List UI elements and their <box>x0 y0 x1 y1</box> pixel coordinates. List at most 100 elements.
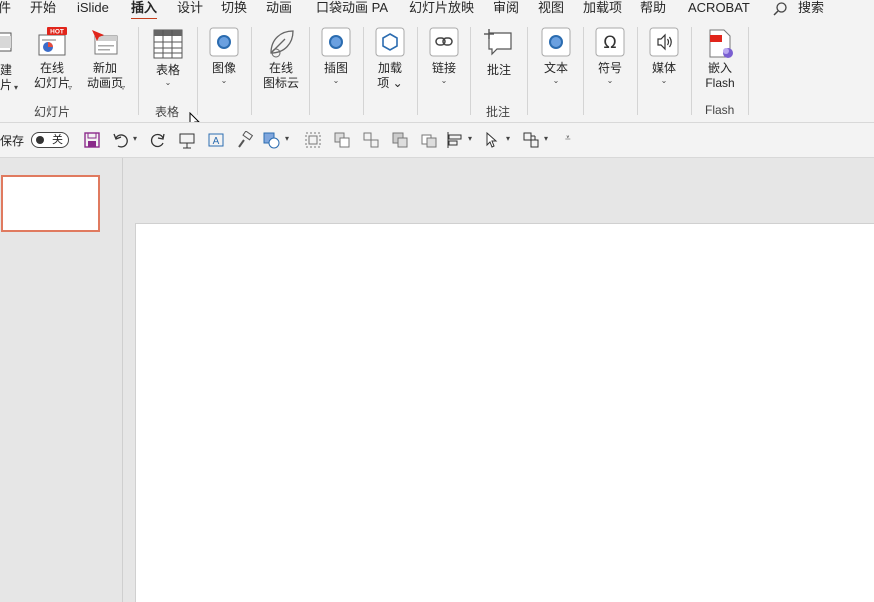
format-painter-icon[interactable] <box>236 130 254 152</box>
links-label: 链接 <box>431 61 456 75</box>
media-button[interactable]: 媒体 ⌄ <box>644 27 684 86</box>
search-icon[interactable] <box>772 1 788 20</box>
tab-addins[interactable]: 加载项 <box>583 0 622 16</box>
quick-access-toolbar: 保存 关 ▾ A ▾ ▾ ▾ ▾ ⩡ <box>0 122 874 158</box>
chevron-down-icon: ⌄ <box>332 76 340 85</box>
tab-file[interactable]: 件 <box>0 0 11 16</box>
autosave-label: 保存 <box>0 134 25 148</box>
group-separator <box>197 27 198 115</box>
group-separator <box>363 27 364 115</box>
symbols-label: 符号 <box>597 61 622 75</box>
send-backward-icon[interactable] <box>391 131 409 152</box>
svg-text:A: A <box>213 136 220 147</box>
textbox-icon[interactable]: A <box>207 131 225 152</box>
group-separator <box>748 27 749 115</box>
ribbon-insert: 建 片 ▾ HOT 在线 幻灯片 ▿ 新加 动画页 ▿ 幻灯片 表格 ⌄ 表格 … <box>0 19 874 122</box>
links-button[interactable]: 链接 ⌄ <box>424 27 464 86</box>
presentation-icon[interactable] <box>178 131 196 152</box>
images-label: 图像 <box>211 61 236 75</box>
shape-connect-icon[interactable] <box>522 131 540 152</box>
group-label-slides: 幻灯片 <box>34 105 71 119</box>
group-separator <box>637 27 638 115</box>
chevron-down-icon: ⌄ <box>440 76 448 85</box>
group-separator <box>527 27 528 115</box>
toggle-knob-icon <box>36 136 44 144</box>
tab-insert[interactable]: 插入 <box>131 0 158 21</box>
addins-button[interactable]: 加载 项 ⌄ <box>370 27 410 91</box>
chevron-down-icon: ⌄ <box>660 76 668 85</box>
addins-label-1: 加载 <box>377 61 402 75</box>
chevron-down-icon: ⌄ <box>220 76 228 85</box>
tab-animations[interactable]: 动画 <box>266 0 292 16</box>
group-objects-icon[interactable] <box>304 131 322 152</box>
embed-flash-label-1: 嵌入 <box>707 61 732 75</box>
chevron-down-icon[interactable]: ▾ <box>133 134 137 143</box>
autosave-state: 关 <box>52 134 63 146</box>
save-icon[interactable] <box>83 131 101 152</box>
new-anim-page-label-1: 新加 <box>92 61 117 75</box>
illustration-icon <box>316 27 356 59</box>
tab-transitions[interactable]: 切换 <box>221 0 247 16</box>
arrange-icon[interactable] <box>420 131 438 152</box>
speaker-icon <box>644 27 684 59</box>
chevron-down-icon: ⌄ <box>606 76 614 85</box>
tab-slideshow[interactable]: 幻灯片放映 <box>409 0 474 16</box>
tab-islide[interactable]: iSlide <box>77 0 109 16</box>
svg-text:Ω: Ω <box>604 33 617 53</box>
autosave-toggle[interactable]: 关 <box>31 132 69 148</box>
shape-fill-icon[interactable] <box>262 131 280 152</box>
comment-icon <box>478 27 520 63</box>
tab-view[interactable]: 视图 <box>538 0 564 16</box>
slide-canvas[interactable] <box>136 224 874 602</box>
group-label-tables: 表格 <box>155 105 180 119</box>
search-label[interactable]: 搜索 <box>798 0 824 16</box>
group-label-comments: 批注 <box>486 105 511 119</box>
symbols-button[interactable]: Ω 符号 ⌄ <box>590 27 630 86</box>
images-button[interactable]: 图像 ⌄ <box>204 27 244 86</box>
align-icon[interactable] <box>446 131 464 152</box>
addins-label-2: 项 ⌄ <box>377 76 403 90</box>
online-slide-label-1: 在线 <box>39 61 64 75</box>
new-anim-page-button[interactable]: 新加 动画页 <box>80 27 130 91</box>
chevron-down-icon[interactable]: ▾ <box>544 134 548 143</box>
online-icons-button[interactable]: 在线 图标云 <box>258 27 304 91</box>
pane-divider[interactable] <box>122 158 123 602</box>
flash-file-icon <box>698 27 742 61</box>
text-label: 文本 <box>543 61 568 75</box>
text-icon <box>536 27 576 59</box>
chevron-down-icon[interactable]: ▾ <box>468 134 472 143</box>
undo-icon[interactable] <box>112 131 130 152</box>
tab-help[interactable]: 帮助 <box>640 0 666 16</box>
comment-label: 批注 <box>486 63 511 77</box>
select-arrow-icon[interactable] <box>483 131 501 152</box>
chevron-down-icon: ⌄ <box>552 76 560 85</box>
chevron-down-icon: ▾ <box>14 83 19 92</box>
text-button[interactable]: 文本 ⌄ <box>536 27 576 86</box>
group-separator <box>138 27 139 115</box>
embed-flash-button[interactable]: 嵌入 Flash <box>698 27 742 91</box>
tab-pocket-animation[interactable]: 口袋动画 PA <box>316 0 388 16</box>
tab-design[interactable]: 设计 <box>177 0 203 16</box>
online-icons-label-2: 图标云 <box>262 76 299 90</box>
addin-icon <box>370 27 410 59</box>
chevron-down-icon: ⌄ <box>164 78 172 87</box>
chevron-down-icon[interactable]: ▾ <box>285 134 289 143</box>
media-label: 媒体 <box>651 61 676 75</box>
tab-review[interactable]: 审阅 <box>493 0 519 16</box>
tab-home[interactable]: 开始 <box>30 0 56 16</box>
customize-qat-icon[interactable]: ⩡ <box>565 133 571 144</box>
illustrations-button[interactable]: 插图 ⌄ <box>316 27 356 86</box>
ungroup-icon[interactable] <box>362 131 380 152</box>
group-separator <box>309 27 310 115</box>
comment-button[interactable]: 批注 <box>478 27 520 78</box>
tab-acrobat[interactable]: ACROBAT <box>688 0 750 16</box>
bring-forward-icon[interactable] <box>333 131 351 152</box>
online-slide-button[interactable]: HOT 在线 幻灯片 <box>26 27 78 91</box>
group-separator <box>691 27 692 115</box>
chevron-down-icon[interactable]: ▾ <box>506 134 510 143</box>
redo-icon[interactable] <box>149 131 167 152</box>
chevron-down-icon: ▿ <box>68 83 73 92</box>
group-label-flash: Flash <box>705 103 735 117</box>
slide-thumbnail[interactable] <box>1 175 100 232</box>
table-button[interactable]: 表格 ⌄ <box>148 29 188 88</box>
